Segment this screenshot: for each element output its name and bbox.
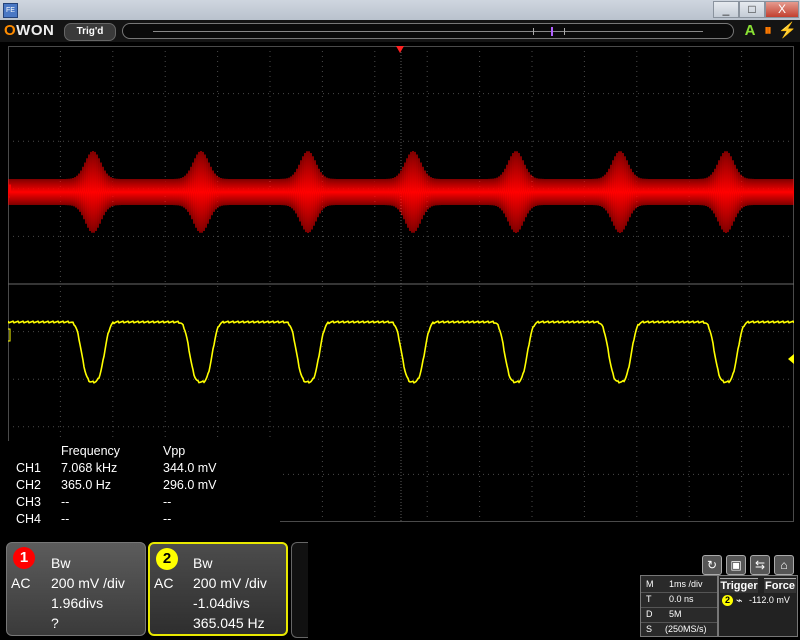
table-row: CH2 365.0 Hz 296.0 mV (16, 478, 217, 492)
memory-position-bar[interactable] (122, 23, 734, 39)
refresh-icon[interactable]: ↻ (702, 555, 722, 575)
ch1-coupling: AC (11, 575, 31, 591)
measurement-table: Frequency Vpp CH1 7.068 kHz 344.0 mV CH2… (8, 441, 280, 531)
ch2-badge: 2 (156, 548, 178, 570)
minimize-button[interactable]: _ (713, 1, 739, 18)
ch2-offset: -1.04divs (193, 595, 250, 611)
header-frequency: Frequency (61, 444, 121, 458)
settings-icon[interactable]: ⇆ (750, 555, 770, 575)
app-icon: FE (3, 3, 18, 18)
trigger-source-badge: 2 (722, 595, 733, 606)
trigger-panel: Trigger Force 2 ⌁ -112.0 mV (718, 575, 798, 637)
window-title-bar: FE _ □ X (0, 0, 800, 21)
ch2-scale: 200 mV /div (193, 575, 267, 591)
trigger-level: -112.0 mV (749, 595, 790, 605)
channel-panel-tab[interactable] (291, 542, 308, 638)
header-vpp: Vpp (163, 444, 186, 458)
home-icon[interactable]: ⌂ (774, 555, 794, 575)
view-window-indicator (533, 28, 565, 35)
close-button[interactable]: X (765, 1, 799, 18)
ch1-bandwidth-label: Bw (51, 555, 71, 571)
timebase-row: D 5M (641, 607, 717, 623)
trigger-time-marker (396, 46, 404, 53)
maximize-button[interactable]: □ (739, 1, 765, 18)
timebase-row: T 0.0 ns (641, 592, 717, 608)
trigger-button[interactable]: Trigger (720, 578, 758, 593)
timebase-row: S (250MS/s) (646, 624, 707, 634)
force-trigger-button[interactable]: Force (764, 578, 796, 593)
ch2-frequency: 365.045 Hz (193, 615, 265, 631)
ch1-badge: 1 (13, 547, 35, 569)
ch2-settings-panel[interactable]: 2 Bw AC 200 mV /div -1.04divs 365.045 Hz (148, 542, 288, 636)
auto-set-icon[interactable]: A (742, 22, 758, 40)
power-icon[interactable]: ⚡ (778, 22, 797, 40)
run-stop-icon[interactable]: ⏸ (760, 22, 776, 40)
toolbar: OWON Trig'd A ⏸ ⚡ (0, 20, 800, 42)
ch1-offset: 1.96divs (51, 595, 104, 611)
table-row: CH1 7.068 kHz 344.0 mV (16, 461, 217, 475)
ch1-settings-panel[interactable]: 1 Bw AC 200 mV /div 1.96divs ? (6, 542, 146, 636)
ch2-bandwidth-label: Bw (193, 555, 213, 571)
rising-edge-icon: ⌁ (736, 595, 743, 607)
timebase-panel[interactable]: M 1ms /div T 0.0 ns D 5M S (250MS/s) (640, 575, 718, 637)
owon-logo: OWON (4, 22, 55, 39)
trigger-level-marker (788, 354, 794, 364)
trigger-status-badge: Trig'd (64, 23, 116, 41)
ch1-scale: 200 mV /div (51, 575, 125, 591)
timebase-row: M 1ms /div (641, 577, 717, 593)
table-row: CH4 -- -- (16, 512, 172, 526)
ch2-coupling: AC (154, 575, 174, 591)
ch1-frequency: ? (51, 615, 59, 631)
save-icon[interactable]: ▣ (726, 555, 746, 575)
table-row: CH3 -- -- (16, 495, 172, 509)
trigger-position-marker (551, 27, 553, 36)
